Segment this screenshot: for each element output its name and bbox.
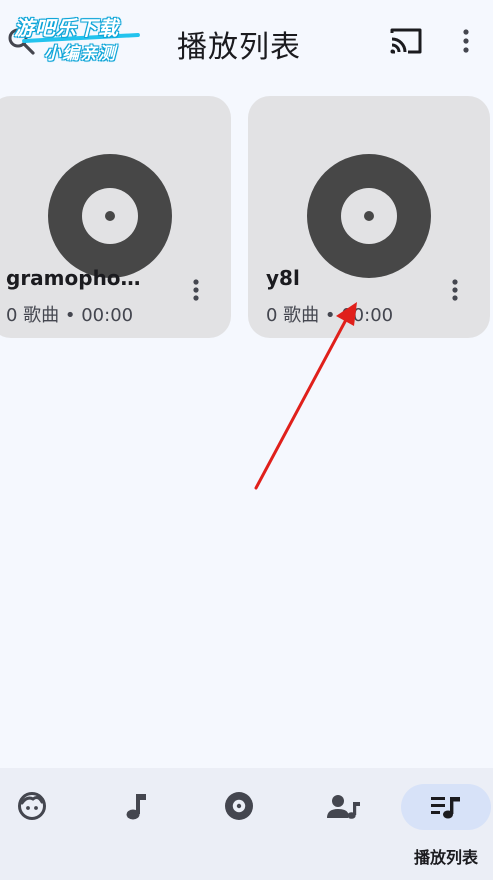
app-root: 游吧乐下载 小编亲测 播放列表 gramopho… 0 歌曲 • 00:00 y… [0, 0, 493, 880]
playlist-subtitle: 0 歌曲 • 00:00 [266, 305, 394, 326]
nav-icon-container [207, 786, 271, 826]
nav-label-playlists: 播放列表 [413, 848, 478, 867]
nav-item-for-you[interactable] [0, 768, 77, 880]
playlist-more-button[interactable] [443, 276, 467, 308]
nav-icon-container [312, 786, 376, 826]
playlist-subtitle: 0 歌曲 • 00:00 [6, 305, 134, 326]
nav-item-songs[interactable] [91, 768, 181, 880]
bottom-navigation: 播放列表 [0, 768, 493, 880]
top-app-bar: 游吧乐下载 小编亲测 播放列表 [0, 0, 493, 84]
nav-icon-container [0, 786, 64, 826]
watermark-line1: 游吧乐下载 [14, 16, 119, 40]
playlist-title: y8l [266, 266, 300, 290]
overflow-menu-button[interactable] [454, 26, 478, 56]
album-icon [225, 792, 253, 820]
playlist-title: gramopho… [6, 266, 141, 290]
nav-item-artists[interactable] [299, 768, 389, 880]
page-title: 播放列表 [177, 30, 301, 65]
playlist-icon [431, 797, 460, 819]
nav-item-albums[interactable] [194, 768, 284, 880]
cast-icon [390, 28, 422, 54]
music-note-icon [126, 794, 146, 820]
nav-icon-container [401, 784, 491, 830]
artist-icon [327, 795, 360, 819]
nav-icon-container [104, 786, 168, 826]
more-vert-icon [452, 279, 458, 301]
more-vert-icon [193, 279, 199, 301]
more-vert-icon [463, 29, 469, 53]
cast-button[interactable] [388, 25, 424, 57]
nav-item-playlists[interactable]: 播放列表 [401, 768, 491, 880]
playlist-more-button[interactable] [184, 276, 208, 308]
watermark-line2: 小编亲测 [44, 44, 116, 64]
face-icon [18, 792, 46, 820]
watermark-logo: 游吧乐下载 小编亲测 [14, 10, 146, 66]
